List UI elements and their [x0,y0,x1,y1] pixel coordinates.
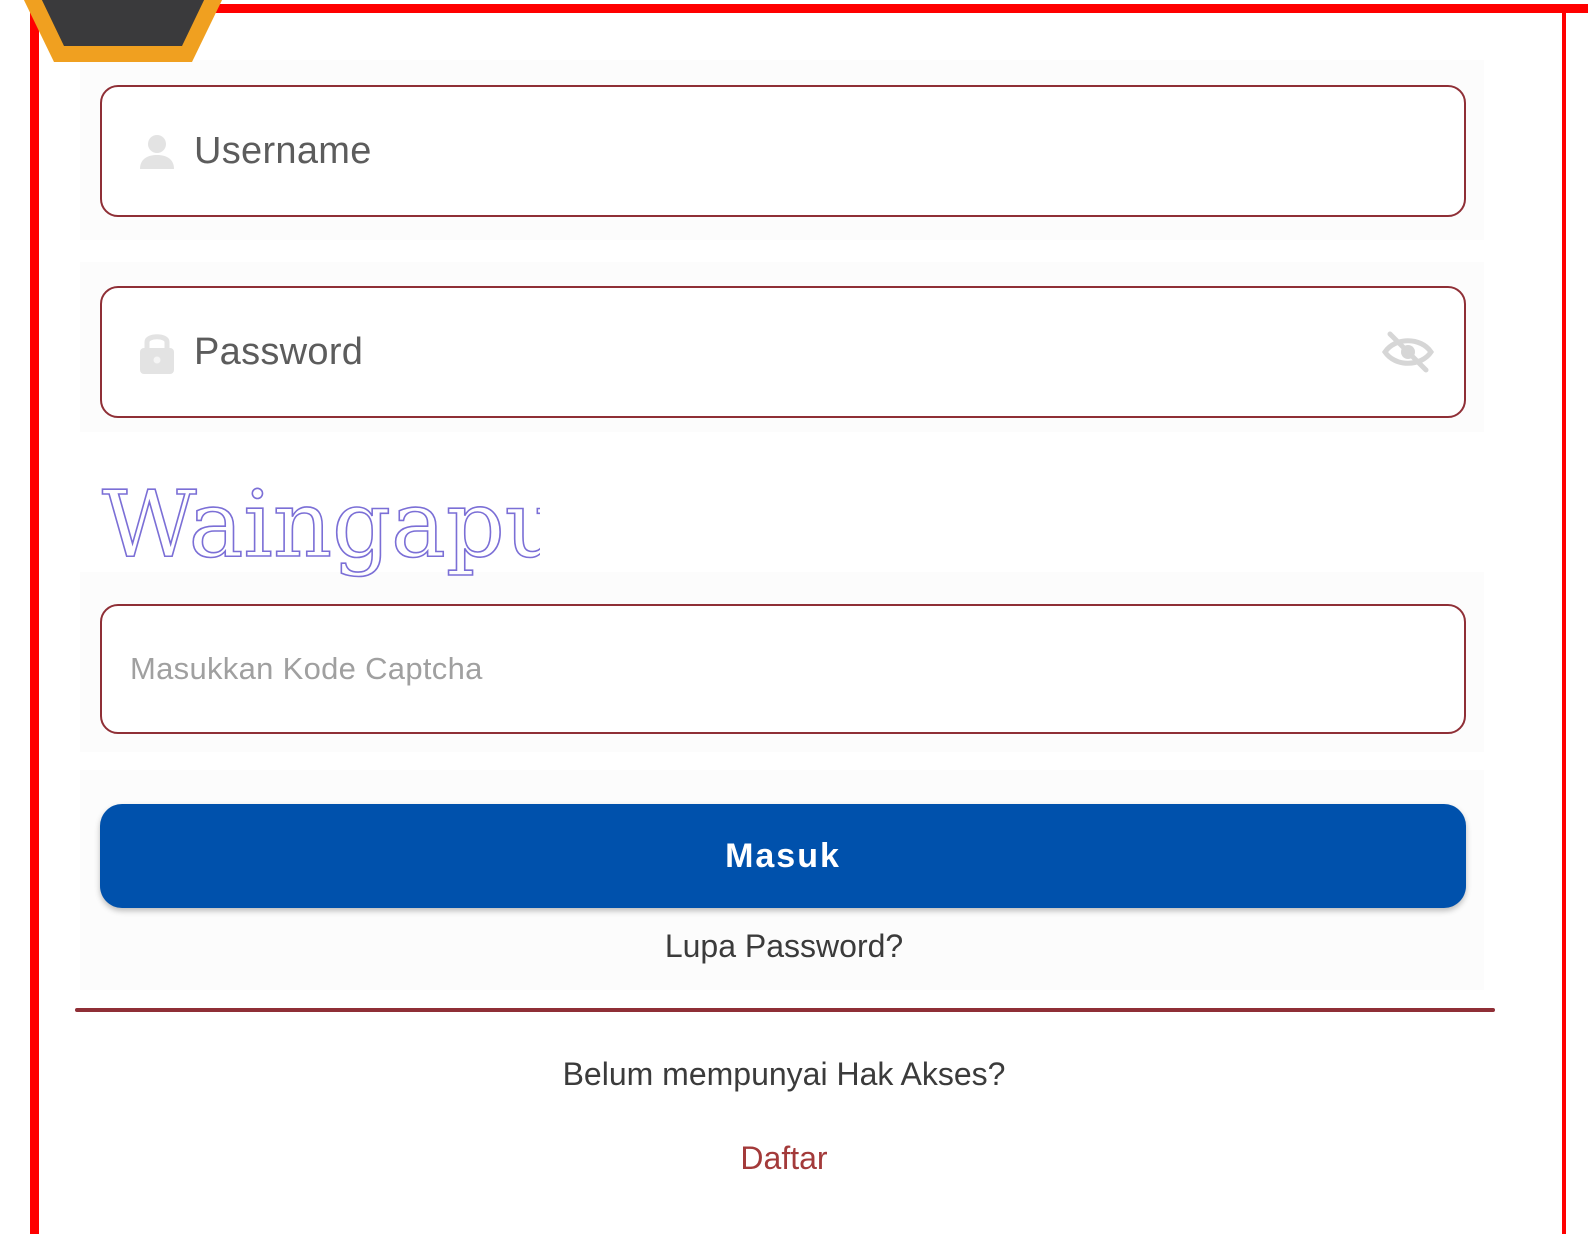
divider [75,1008,1495,1012]
highlight-frame-left [30,4,39,1234]
user-icon [134,128,180,174]
captcha-image: Waingapu [101,470,540,579]
hexagon-badge [23,0,223,62]
captcha-field[interactable]: Masukkan Kode Captcha [100,604,1466,734]
login-button[interactable]: Masuk [100,804,1466,908]
highlight-frame-right [1562,4,1566,1234]
username-field[interactable]: Username [100,85,1466,217]
password-field[interactable]: Password [100,286,1466,418]
register-link[interactable]: Daftar [0,1140,1568,1177]
no-access-text: Belum mempunyai Hak Akses? [562,1056,1006,1092]
username-placeholder: Username [194,129,372,172]
lock-icon [134,329,180,375]
highlight-frame-top [30,4,1588,13]
captcha-placeholder: Masukkan Kode Captcha [130,651,483,686]
forgot-password-link[interactable]: Lupa Password? [0,928,1568,965]
eye-slash-icon[interactable] [1380,329,1436,375]
login-page: Username Password Waingapu Masukkan Kode… [0,0,1588,1234]
password-placeholder: Password [194,330,364,373]
captcha-text: Waingapu [102,471,540,578]
